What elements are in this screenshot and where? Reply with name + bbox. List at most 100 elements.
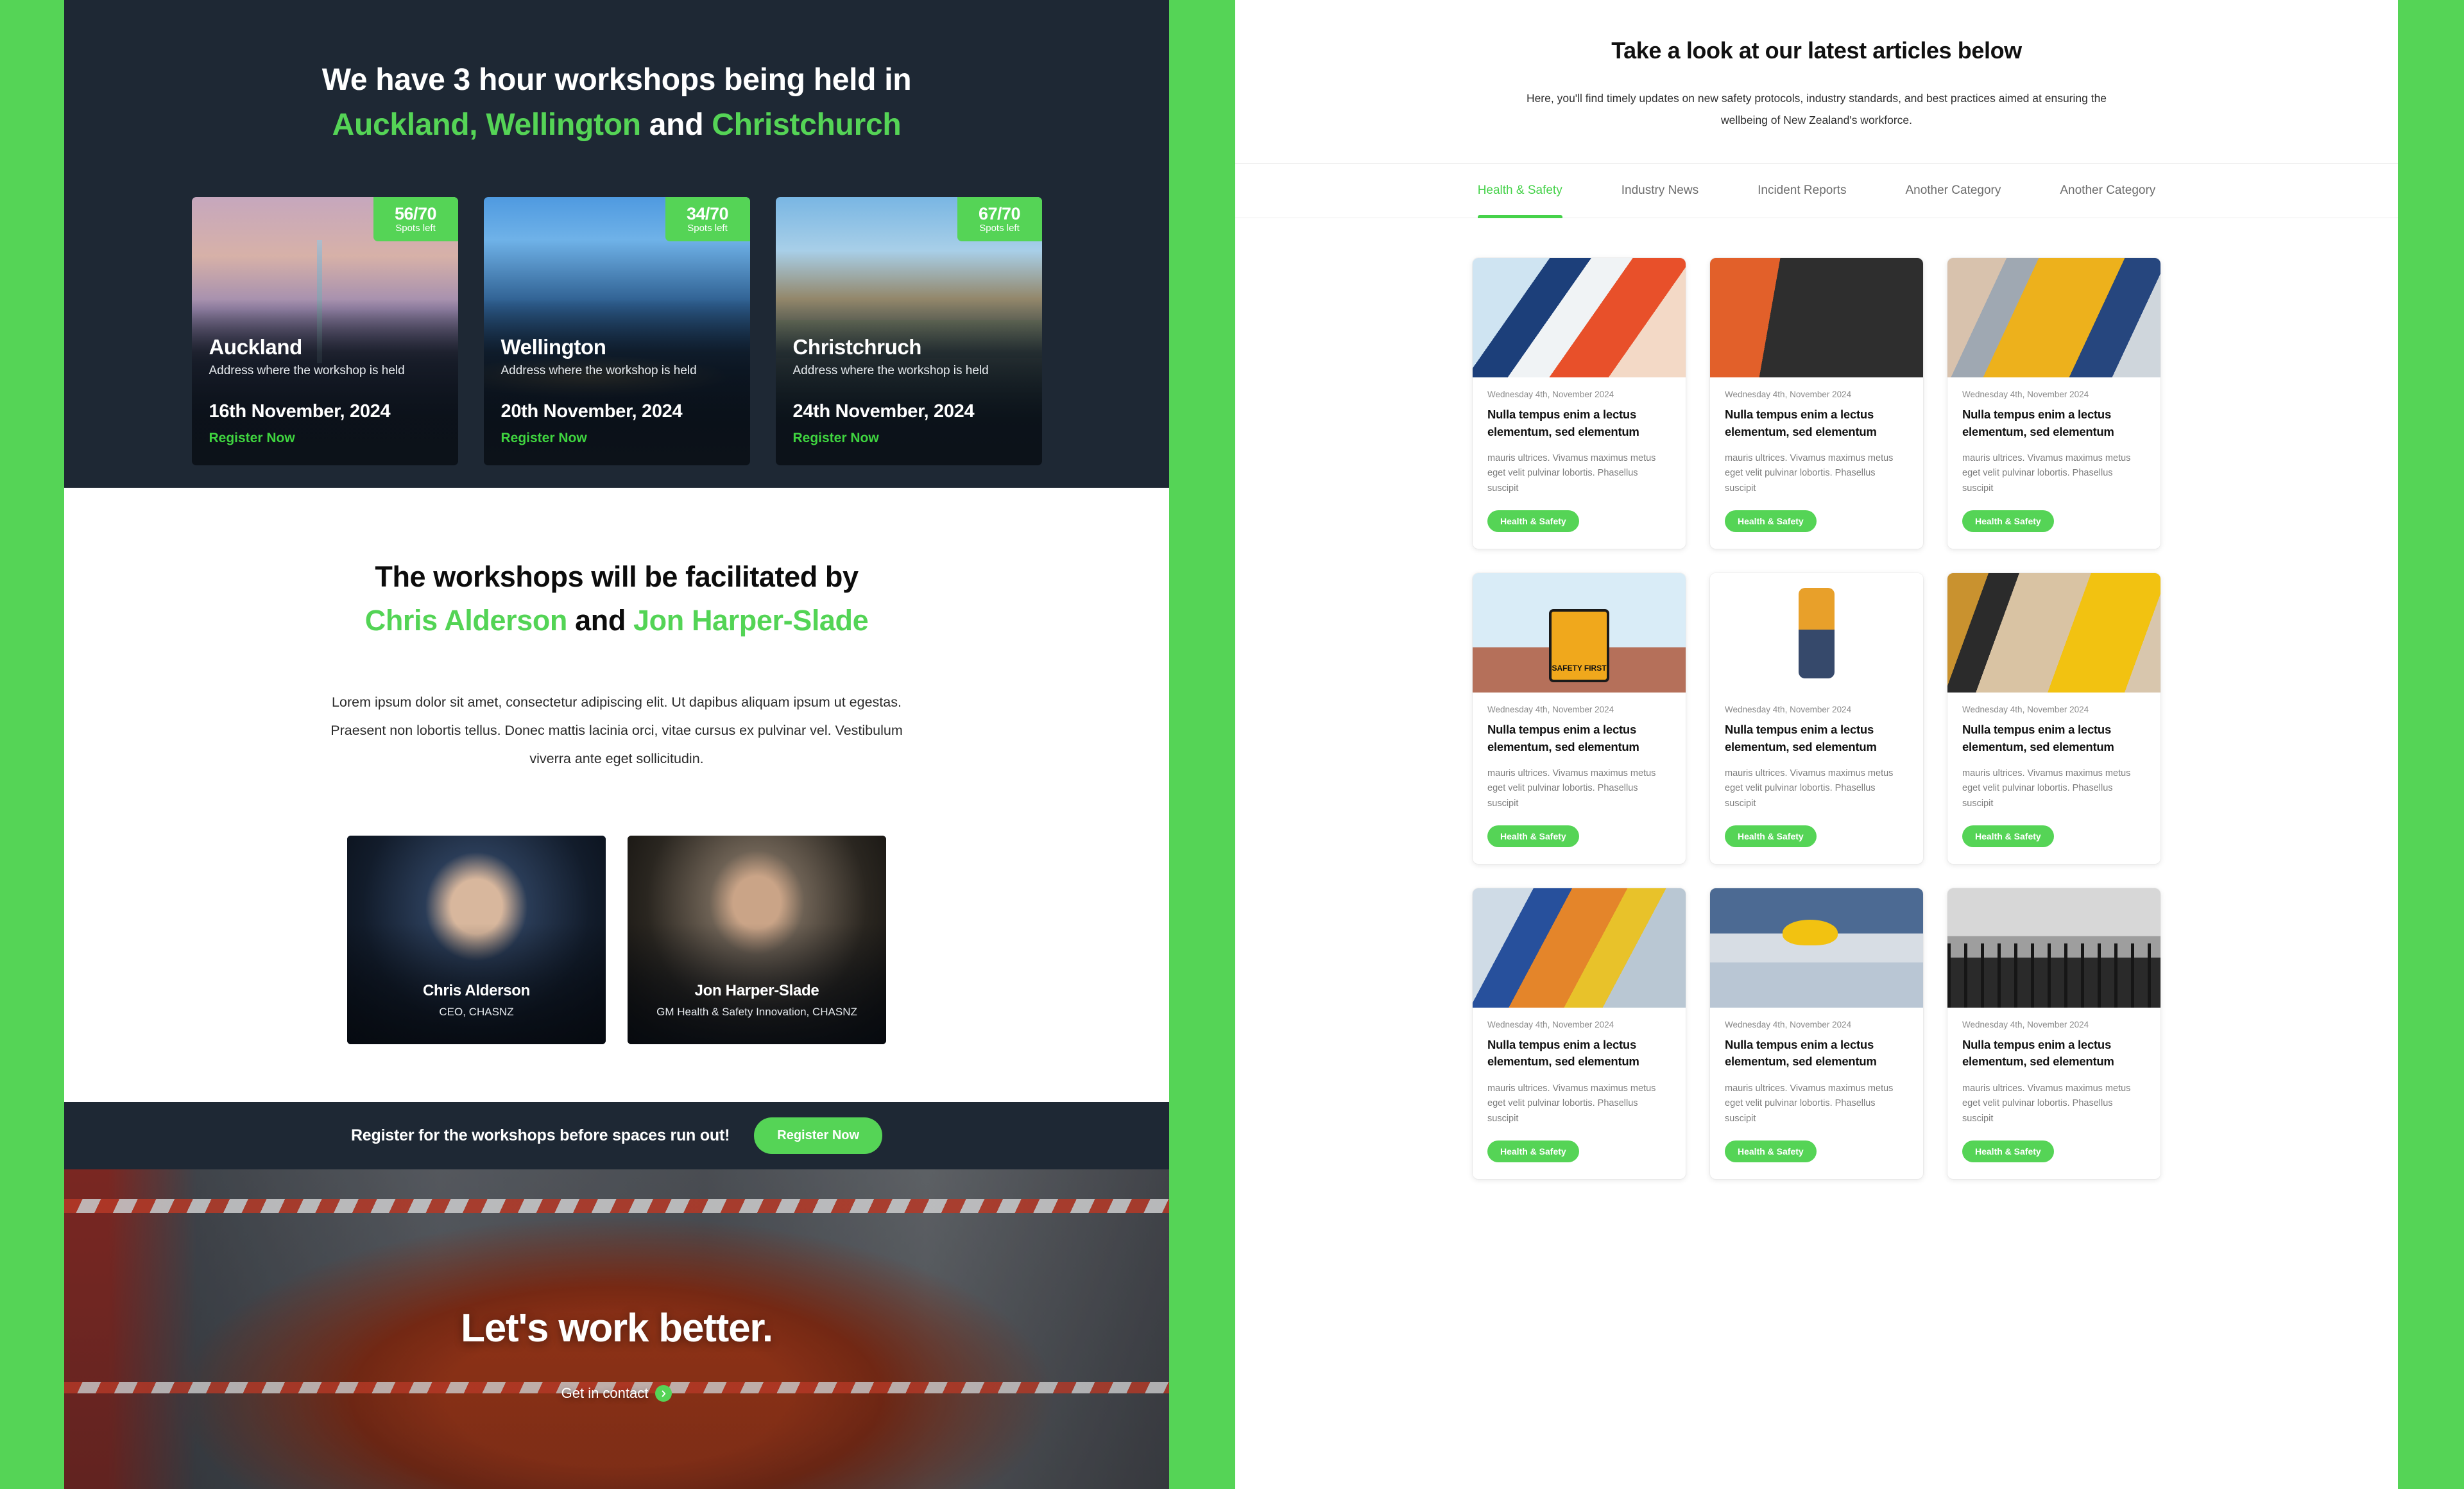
workshops-heading-and: and bbox=[640, 107, 712, 142]
article-card[interactable]: Wednesday 4th, November 2024 Nulla tempu… bbox=[1473, 573, 1686, 865]
tab-another-category-2[interactable]: Another Category bbox=[2030, 163, 2185, 218]
articles-title: Take a look at our latest articles below bbox=[1611, 37, 2022, 64]
article-title: Nulla tempus enim a lectus elementum, se… bbox=[1487, 408, 1639, 438]
article-card[interactable]: Wednesday 4th, November 2024 Nulla tempu… bbox=[1947, 573, 2160, 865]
article-category-tag[interactable]: Health & Safety bbox=[1487, 825, 1579, 848]
article-excerpt: mauris ultrices. Vivamus maximus metus e… bbox=[1487, 1083, 1656, 1124]
article-category-tag[interactable]: Health & Safety bbox=[1725, 510, 1817, 533]
speaker-role: CEO, CHASNZ bbox=[439, 1006, 514, 1019]
article-thumbnail-ppe-diagram bbox=[1710, 573, 1923, 693]
article-thumbnail-safety-gear bbox=[1710, 258, 1923, 378]
article-excerpt: mauris ultrices. Vivamus maximus metus e… bbox=[1487, 768, 1656, 809]
workshop-card-list: 56/70 Spots left Auckland Address where … bbox=[64, 197, 1169, 466]
article-card[interactable]: Wednesday 4th, November 2024 Nulla tempu… bbox=[1710, 888, 1923, 1180]
workshops-heading-line1: We have 3 hour workshops being held in bbox=[321, 63, 912, 97]
article-thumbnail-worker-scaffold bbox=[1947, 258, 2160, 378]
workshops-heading: We have 3 hour workshops being held in A… bbox=[64, 58, 1169, 147]
article-category-tag[interactable]: Health & Safety bbox=[1725, 1140, 1817, 1163]
article-thumbnail-harness-worker bbox=[1473, 888, 1686, 1008]
article-date: Wednesday 4th, November 2024 bbox=[1725, 1020, 1852, 1030]
article-card[interactable]: Wednesday 4th, November 2024 Nulla tempu… bbox=[1473, 888, 1686, 1180]
workshop-register-link[interactable]: Register Now bbox=[209, 431, 295, 445]
article-date: Wednesday 4th, November 2024 bbox=[1487, 1020, 1614, 1030]
article-title: Nulla tempus enim a lectus elementum, se… bbox=[1962, 408, 2114, 438]
article-category-tag[interactable]: Health & Safety bbox=[1962, 825, 2054, 848]
article-excerpt: mauris ultrices. Vivamus maximus metus e… bbox=[1962, 768, 2131, 809]
workshops-heading-city-christchurch: Christchurch bbox=[712, 107, 902, 142]
article-card-body: Wednesday 4th, November 2024 Nulla tempu… bbox=[1710, 1008, 1923, 1179]
spots-badge: 56/70 Spots left bbox=[373, 197, 458, 242]
article-card[interactable]: Wednesday 4th, November 2024 Nulla tempu… bbox=[1473, 258, 1686, 549]
workshop-card[interactable]: 34/70 Spots left Wellington Address wher… bbox=[483, 197, 750, 466]
article-date: Wednesday 4th, November 2024 bbox=[1962, 390, 2089, 400]
get-in-contact-label: Get in contact bbox=[561, 1385, 649, 1402]
workshop-date: 24th November, 2024 bbox=[792, 401, 975, 422]
left-panel: We have 3 hour workshops being held in A… bbox=[64, 0, 1169, 1489]
facilitators-section: The workshops will be facilitated by Chr… bbox=[64, 488, 1169, 1103]
spots-label: Spots left bbox=[395, 223, 436, 234]
article-card-body: Wednesday 4th, November 2024 Nulla tempu… bbox=[1473, 377, 1686, 549]
work-better-hero: Let's work better. Get in contact bbox=[64, 1169, 1169, 1489]
article-title: Nulla tempus enim a lectus elementum, se… bbox=[1725, 1038, 1877, 1069]
page-stage: We have 3 hour workshops being held in A… bbox=[0, 0, 2464, 1489]
speaker-name: Jon Harper-Slade bbox=[694, 982, 819, 1000]
speaker-card[interactable]: Jon Harper-Slade GM Health & Safety Inno… bbox=[628, 836, 886, 1045]
tab-another-category-1[interactable]: Another Category bbox=[1876, 163, 2030, 218]
spots-badge: 34/70 Spots left bbox=[665, 197, 750, 242]
workshop-city: Wellington bbox=[501, 335, 606, 359]
article-category-tag[interactable]: Health & Safety bbox=[1725, 825, 1817, 848]
article-category-tag[interactable]: Health & Safety bbox=[1487, 1140, 1579, 1163]
facilitators-heading-line1: The workshops will be facilitated by bbox=[375, 560, 859, 593]
article-category-tag[interactable]: Health & Safety bbox=[1487, 510, 1579, 533]
facilitator-name-2: Jon Harper-Slade bbox=[633, 603, 869, 637]
article-card[interactable]: Wednesday 4th, November 2024 Nulla tempu… bbox=[1947, 258, 2160, 549]
workshop-address: Address where the workshop is held bbox=[501, 364, 697, 378]
article-date: Wednesday 4th, November 2024 bbox=[1487, 390, 1614, 400]
speaker-card-body: Jon Harper-Slade GM Health & Safety Inno… bbox=[628, 982, 886, 1019]
workshop-card-body: Christchruch Address where the workshop … bbox=[793, 335, 1028, 446]
register-cta-bar: Register for the workshops before spaces… bbox=[64, 1102, 1169, 1170]
article-thumbnail-construction-silhouette bbox=[1947, 888, 2160, 1008]
workshop-register-link[interactable]: Register Now bbox=[501, 431, 587, 445]
workshop-register-link[interactable]: Register Now bbox=[793, 431, 879, 445]
article-card[interactable]: Wednesday 4th, November 2024 Nulla tempu… bbox=[1710, 258, 1923, 549]
facilitators-and: and bbox=[567, 603, 634, 637]
get-in-contact-link[interactable]: Get in contact bbox=[64, 1385, 1169, 1402]
tab-industry-news[interactable]: Industry News bbox=[1592, 163, 1728, 218]
spots-count: 34/70 bbox=[686, 204, 729, 224]
article-excerpt: mauris ultrices. Vivamus maximus metus e… bbox=[1725, 1083, 1894, 1124]
article-thumbnail-warehouse-inspection bbox=[1710, 888, 1923, 1008]
article-category-tag[interactable]: Health & Safety bbox=[1962, 510, 2054, 533]
workshop-address: Address where the workshop is held bbox=[792, 364, 989, 378]
workshops-heading-city-auckland: Auckland bbox=[332, 107, 470, 142]
articles-header: Take a look at our latest articles below… bbox=[1235, 0, 2398, 163]
article-card[interactable]: Wednesday 4th, November 2024 Nulla tempu… bbox=[1710, 573, 1923, 865]
article-grid: Wednesday 4th, November 2024 Nulla tempu… bbox=[1235, 218, 2398, 1224]
article-date: Wednesday 4th, November 2024 bbox=[1725, 705, 1852, 715]
article-date: Wednesday 4th, November 2024 bbox=[1487, 705, 1614, 715]
tab-incident-reports[interactable]: Incident Reports bbox=[1728, 163, 1876, 218]
spots-count: 67/70 bbox=[978, 204, 1021, 224]
workshop-card-body: Auckland Address where the workshop is h… bbox=[209, 335, 444, 446]
workshop-card-body: Wellington Address where the workshop is… bbox=[501, 335, 736, 446]
workshop-city: Auckland bbox=[209, 335, 303, 359]
article-date: Wednesday 4th, November 2024 bbox=[1962, 1020, 2089, 1030]
article-title: Nulla tempus enim a lectus elementum, se… bbox=[1725, 723, 1877, 753]
register-now-button[interactable]: Register Now bbox=[754, 1117, 883, 1155]
article-title: Nulla tempus enim a lectus elementum, se… bbox=[1962, 1038, 2114, 1069]
hero-content: Let's work better. Get in contact bbox=[64, 1305, 1169, 1402]
workshop-date: 16th November, 2024 bbox=[209, 401, 391, 422]
tab-health-and-safety[interactable]: Health & Safety bbox=[1448, 163, 1592, 219]
article-excerpt: mauris ultrices. Vivamus maximus metus e… bbox=[1487, 452, 1656, 494]
article-date: Wednesday 4th, November 2024 bbox=[1962, 705, 2089, 715]
article-card[interactable]: Wednesday 4th, November 2024 Nulla tempu… bbox=[1947, 888, 2160, 1180]
facilitators-heading: The workshops will be facilitated by Chr… bbox=[64, 555, 1169, 642]
workshop-card[interactable]: 56/70 Spots left Auckland Address where … bbox=[191, 197, 458, 466]
workshop-card[interactable]: 67/70 Spots left Christchruch Address wh… bbox=[775, 197, 1042, 466]
facilitators-paragraph: Lorem ipsum dolor sit amet, consectetur … bbox=[330, 694, 903, 767]
article-category-tag[interactable]: Health & Safety bbox=[1962, 1140, 2054, 1163]
spots-count: 56/70 bbox=[394, 204, 437, 224]
right-panel: Take a look at our latest articles below… bbox=[1235, 0, 2398, 1489]
article-title: Nulla tempus enim a lectus elementum, se… bbox=[1962, 723, 2114, 753]
speaker-card[interactable]: Chris Alderson CEO, CHASNZ bbox=[347, 836, 606, 1045]
